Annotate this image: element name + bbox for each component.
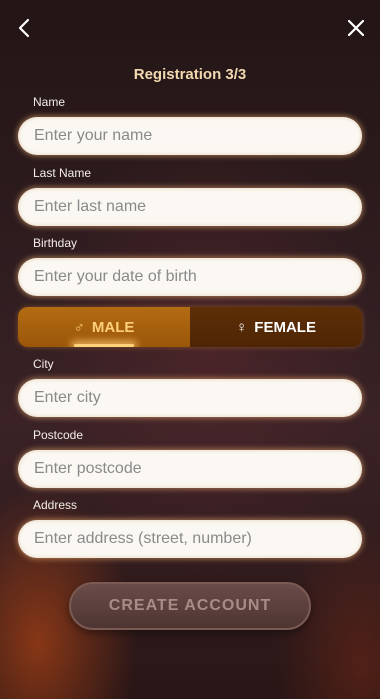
name-label: Name: [33, 95, 66, 109]
back-button[interactable]: [10, 14, 38, 42]
last-name-input[interactable]: [18, 188, 362, 226]
chevron-left-icon: [18, 18, 30, 38]
birthday-input[interactable]: [18, 258, 362, 296]
gender-toggle: ♂ MALE ♀ FEMALE: [18, 307, 362, 347]
name-input[interactable]: [18, 117, 362, 155]
city-input[interactable]: [18, 379, 362, 417]
postcode-input[interactable]: [18, 450, 362, 488]
birthday-label: Birthday: [33, 236, 78, 250]
close-button[interactable]: [342, 14, 370, 42]
male-icon: ♂: [73, 318, 85, 336]
gender-female-label: FEMALE: [254, 318, 316, 336]
female-icon: ♀: [236, 318, 248, 336]
city-label: City: [33, 357, 54, 371]
address-label: Address: [33, 498, 78, 512]
postcode-label: Postcode: [33, 428, 84, 442]
close-icon: [347, 19, 365, 37]
page-title: Registration 3/3: [133, 66, 247, 83]
gender-female-button[interactable]: ♀ FEMALE: [190, 307, 362, 347]
gender-male-label: MALE: [91, 318, 135, 336]
gender-male-button[interactable]: ♂ MALE: [18, 307, 190, 347]
address-input[interactable]: [18, 520, 362, 558]
last-name-label: Last Name: [33, 166, 92, 180]
create-account-button[interactable]: CREATE ACCOUNT: [69, 582, 311, 630]
